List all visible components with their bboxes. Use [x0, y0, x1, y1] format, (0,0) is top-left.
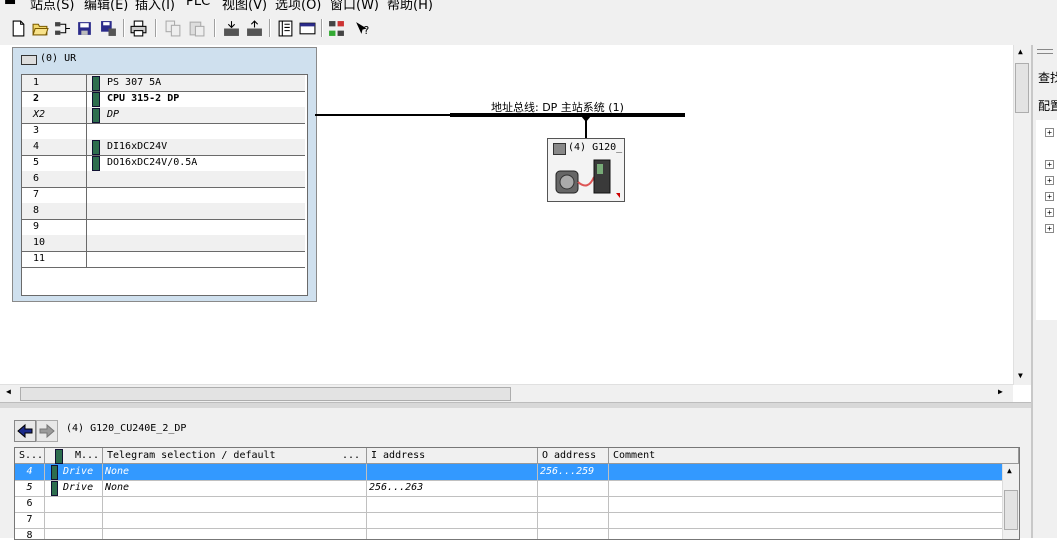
device-type-icon	[553, 143, 566, 155]
upload-icon[interactable]	[244, 18, 264, 38]
table-row[interactable]: 7	[15, 512, 1003, 529]
menu-insert[interactable]: 插入(I)	[135, 0, 175, 11]
menu-plc[interactable]: PLC	[186, 0, 210, 9]
module-icon	[51, 481, 58, 496]
rack-row[interactable]: 8	[22, 203, 305, 220]
menu-station[interactable]: 站点(S)	[30, 0, 74, 11]
rack-row[interactable]: 3	[22, 123, 305, 140]
scroll-up-icon[interactable]: ▲	[1018, 47, 1023, 56]
detail-panel: (4) G120_CU240E_2_DP S... M... Telegram …	[0, 408, 1031, 540]
detail-title: (4) G120_CU240E_2_DP	[66, 423, 187, 434]
catalog-profile-label[interactable]: 配置	[1038, 97, 1057, 114]
panel-grip-icon	[1037, 49, 1053, 54]
scroll-up-icon[interactable]: ▲	[1007, 466, 1012, 475]
drive-motor-icon	[555, 159, 620, 198]
table-row[interactable]: 4 Drive None 256...259	[15, 464, 1003, 481]
menu-view[interactable]: 视图(V)	[222, 0, 267, 11]
rack-row[interactable]: 10	[22, 235, 305, 252]
help-icon[interactable]: ?	[352, 18, 372, 38]
module-icon	[92, 108, 100, 123]
window-icon[interactable]	[297, 18, 317, 38]
expand-icon[interactable]: +	[1045, 224, 1054, 233]
table-row[interactable]: 6	[15, 496, 1003, 513]
rack-icon	[21, 55, 37, 65]
rack-window[interactable]: (0) UR 1 PS 307 5A 2 CPU 315-2 DP X2 DP 3 4…	[12, 47, 317, 302]
column-header-i-address[interactable]: I address	[367, 448, 538, 464]
device-label: (4) G120_	[568, 142, 623, 153]
expand-icon[interactable]: +	[1045, 128, 1054, 137]
menu-window[interactable]: 窗口(W)	[330, 0, 379, 11]
column-header-slot[interactable]: S...	[15, 448, 45, 464]
catalog-panel: 查找 配置 + + + + + +	[1031, 45, 1057, 538]
rack-row[interactable]: 4 DI16xDC24V	[22, 139, 305, 156]
catalog-find-label[interactable]: 查找	[1038, 69, 1057, 86]
app-menu-icon[interactable]: ▬	[4, 0, 16, 9]
menu-edit[interactable]: 编辑(E)	[84, 0, 128, 11]
g120-device-node[interactable]: (4) G120_	[547, 138, 625, 202]
toolbar: ?	[0, 11, 1057, 46]
scroll-down-icon[interactable]: ▼	[1018, 371, 1023, 380]
forward-arrow-icon[interactable]	[36, 420, 58, 442]
svg-text:?: ?	[363, 23, 369, 36]
module-icon	[92, 76, 100, 91]
copy-icon[interactable]	[163, 18, 183, 38]
table-row[interactable]: 5 Drive None 256...263	[15, 480, 1003, 497]
slot-table: S... M... Telegram selection / default..…	[14, 447, 1020, 540]
rack-row[interactable]: 6	[22, 171, 305, 188]
config-icon[interactable]	[326, 18, 346, 38]
column-header-telegram[interactable]: Telegram selection / default...	[103, 448, 367, 464]
new-icon[interactable]	[8, 18, 28, 38]
module-icon	[92, 140, 100, 155]
column-header-comment[interactable]: Comment	[609, 448, 1019, 464]
rack-row[interactable]: X2 DP	[22, 107, 305, 124]
rack-row[interactable]: 2 CPU 315-2 DP	[22, 91, 305, 108]
menu-options[interactable]: 选项(O)	[275, 0, 321, 11]
module-icon	[92, 92, 100, 107]
expand-icon[interactable]: +	[1045, 160, 1054, 169]
workspace-vertical-scrollbar[interactable]: ▲ ▼	[1013, 45, 1031, 385]
network-icon[interactable]	[52, 18, 72, 38]
rack-title: (0) UR	[40, 53, 77, 64]
rack-row[interactable]: 9	[22, 219, 305, 236]
catalog-tree[interactable]: + + + + + +	[1036, 120, 1057, 320]
table-scroll-thumb[interactable]	[1004, 490, 1018, 530]
menu-bar: ▬ 站点(S) 编辑(E) 插入(I) PLC 视图(V) 选项(O) 窗口(W…	[0, 0, 1057, 11]
vertical-scroll-thumb[interactable]	[1015, 63, 1029, 113]
rack-row[interactable]: 7	[22, 187, 305, 204]
catalog-icon[interactable]	[275, 18, 295, 38]
module-icon	[55, 449, 63, 464]
table-row[interactable]: 8	[15, 528, 1003, 539]
back-arrow-icon[interactable]	[14, 420, 36, 442]
save-icon[interactable]	[74, 18, 94, 38]
expand-icon[interactable]: +	[1045, 208, 1054, 217]
paste-icon[interactable]	[186, 18, 206, 38]
workspace-horizontal-scrollbar[interactable]: ◀ ▶	[0, 384, 1013, 402]
download-icon[interactable]	[221, 18, 241, 38]
table-vertical-scrollbar[interactable]: ▲	[1002, 464, 1019, 539]
open-icon[interactable]	[30, 18, 50, 38]
rack-row[interactable]: 1 PS 307 5A	[22, 75, 305, 92]
expand-icon[interactable]: +	[1045, 192, 1054, 201]
save-compile-icon[interactable]	[98, 18, 118, 38]
horizontal-scroll-thumb[interactable]	[20, 387, 511, 401]
expand-icon[interactable]: +	[1045, 176, 1054, 185]
module-icon	[92, 156, 100, 171]
scroll-right-icon[interactable]: ▶	[998, 387, 1003, 396]
device-link	[585, 116, 587, 138]
rack-row[interactable]: 5 DO16xDC24V/0.5A	[22, 155, 305, 172]
column-header-o-address[interactable]: O address	[538, 448, 609, 464]
print-icon[interactable]	[128, 18, 148, 38]
menu-help[interactable]: 帮助(H)	[387, 0, 433, 11]
scroll-left-icon[interactable]: ◀	[6, 387, 11, 396]
rack-table: 1 PS 307 5A 2 CPU 315-2 DP X2 DP 3 4 DI16xDC…	[21, 74, 308, 296]
bus-label: 地址总线: DP 主站系统 (1)	[491, 101, 624, 114]
column-header-module[interactable]: M...	[45, 448, 103, 464]
module-icon	[51, 465, 58, 480]
rack-row[interactable]: 11	[22, 251, 305, 268]
